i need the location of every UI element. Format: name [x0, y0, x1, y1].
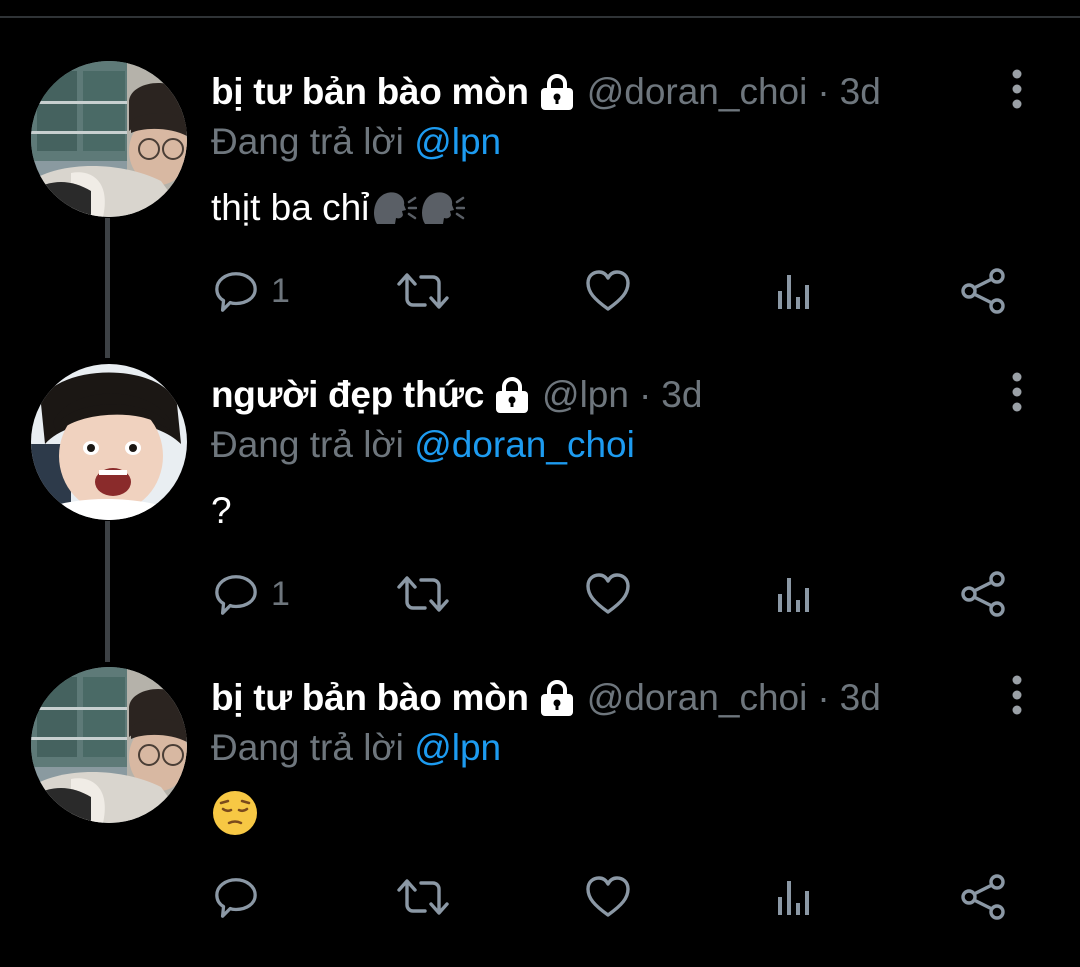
like-icon — [584, 570, 632, 618]
like-button[interactable] — [584, 266, 632, 316]
lock-icon — [537, 72, 577, 112]
mention-link[interactable]: @doran_choi — [414, 424, 635, 465]
retweet-icon — [395, 570, 451, 618]
share-button[interactable] — [959, 569, 1007, 619]
reply-count: 1 — [271, 271, 290, 310]
timestamp[interactable]: 3d — [840, 673, 881, 723]
action-bar: 1 — [211, 266, 1011, 316]
tweet-body: thịt ba chỉ — [211, 187, 370, 228]
handle[interactable]: @doran_choi — [587, 673, 808, 723]
replying-to: Đang trả lời @lpn — [211, 723, 501, 773]
retweet-button[interactable] — [395, 872, 451, 922]
reply-button[interactable]: 1 — [213, 266, 290, 316]
more-options-icon[interactable] — [1002, 65, 1032, 113]
tweet-header: bị tư bản bào mòn @doran_choi · 3d — [211, 673, 881, 723]
tweet[interactable]: người đẹp thức @lpn · 3d Đang trả lời @d… — [0, 364, 1080, 664]
tweet-header: bị tư bản bào mòn @doran_choi · 3d — [211, 67, 881, 117]
retweet-button[interactable] — [395, 569, 451, 619]
retweet-button[interactable] — [395, 266, 451, 316]
like-button[interactable] — [584, 569, 632, 619]
separator: · — [638, 374, 652, 415]
more-options-icon[interactable] — [1002, 671, 1032, 719]
share-icon — [959, 267, 1007, 315]
timestamp[interactable]: 3d — [840, 67, 881, 117]
reply-icon — [213, 571, 259, 617]
tweet[interactable]: bị tư bản bào mòn @doran_choi · 3d Đang … — [0, 61, 1080, 361]
tweet-header: người đẹp thức @lpn · 3d — [211, 370, 702, 420]
top-divider — [0, 16, 1080, 18]
reply-count: 1 — [271, 574, 290, 613]
mention-link[interactable]: @lpn — [414, 121, 501, 162]
share-icon — [959, 873, 1007, 921]
handle[interactable]: @doran_choi — [587, 67, 808, 117]
avatar[interactable] — [31, 364, 187, 520]
handle[interactable]: @lpn — [542, 370, 629, 420]
analytics-button[interactable] — [775, 872, 815, 922]
reply-icon — [213, 268, 259, 314]
action-bar: 1 — [211, 569, 1011, 619]
timestamp[interactable]: 3d — [661, 370, 702, 420]
tweet-text: thịt ba chỉ — [211, 183, 465, 233]
reply-button[interactable] — [213, 872, 259, 922]
pensive-face-emoji — [211, 789, 259, 837]
avatar[interactable] — [31, 61, 187, 217]
tweet-text: ? — [211, 486, 232, 536]
replying-prefix: Đang trả lời — [211, 121, 404, 162]
speaking-head-emoji — [369, 188, 417, 228]
share-button[interactable] — [959, 872, 1007, 922]
display-name[interactable]: bị tư bản bào mòn — [211, 67, 529, 117]
analytics-icon — [775, 267, 815, 315]
replying-to: Đang trả lời @lpn — [211, 117, 501, 167]
tweet[interactable]: bị tư bản bào mòn @doran_choi · 3d Đang … — [0, 667, 1080, 967]
analytics-icon — [775, 873, 815, 921]
reply-icon — [213, 874, 259, 920]
speaking-head-emoji — [417, 188, 465, 228]
like-icon — [584, 267, 632, 315]
avatar[interactable] — [31, 667, 187, 823]
analytics-icon — [775, 570, 815, 618]
display-name[interactable]: bị tư bản bào mòn — [211, 673, 529, 723]
display-name[interactable]: người đẹp thức — [211, 370, 484, 420]
reply-button[interactable]: 1 — [213, 569, 290, 619]
tweet-text — [211, 789, 259, 837]
retweet-icon — [395, 873, 451, 921]
replying-prefix: Đang trả lời — [211, 424, 404, 465]
lock-icon — [537, 678, 577, 718]
retweet-icon — [395, 267, 451, 315]
separator: · — [817, 677, 830, 718]
action-bar — [211, 872, 1011, 922]
lock-icon — [492, 375, 532, 415]
tweet-body: ? — [211, 490, 232, 531]
like-button[interactable] — [584, 872, 632, 922]
replying-prefix: Đang trả lời — [211, 727, 404, 768]
analytics-button[interactable] — [775, 266, 815, 316]
like-icon — [584, 873, 632, 921]
share-button[interactable] — [959, 266, 1007, 316]
separator: · — [817, 71, 830, 112]
mention-link[interactable]: @lpn — [414, 727, 501, 768]
share-icon — [959, 570, 1007, 618]
more-options-icon[interactable] — [1002, 368, 1032, 416]
analytics-button[interactable] — [775, 569, 815, 619]
replying-to: Đang trả lời @doran_choi — [211, 420, 635, 470]
